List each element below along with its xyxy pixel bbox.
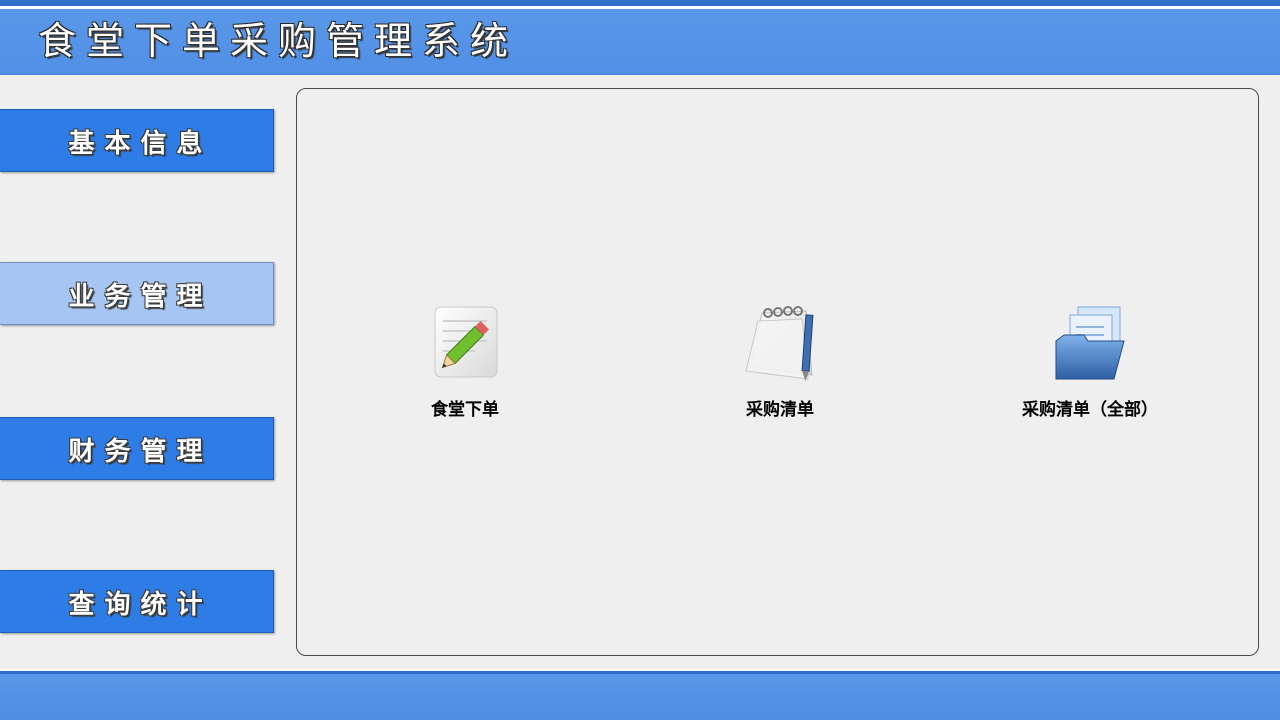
sidebar-item-label: 财务管理 <box>68 437 213 467</box>
sidebar-item-label: 查询统计 <box>68 590 213 620</box>
purchase-list-tile[interactable]: 采购清单 <box>690 301 870 421</box>
tile-label: 采购清单 <box>746 400 814 420</box>
tile-label: 采购清单（全部） <box>1022 400 1158 420</box>
notepad-pen-icon <box>745 306 814 381</box>
pencil-document-icon <box>434 306 498 378</box>
app-header: 食堂下单采购管理系统 <box>0 0 1280 75</box>
app-footer <box>0 669 1280 720</box>
sidebar-item-business-management[interactable]: 业务管理 <box>0 262 274 325</box>
sidebar-item-label: 业务管理 <box>68 282 213 312</box>
sidebar-item-label: 基本信息 <box>68 129 213 159</box>
sidebar-item-finance-management[interactable]: 财务管理 <box>0 417 274 480</box>
purchase-list-all-tile[interactable]: 采购清单（全部） <box>1000 301 1180 421</box>
folder-documents-icon <box>1055 306 1125 380</box>
tile-label: 食堂下单 <box>431 400 499 420</box>
sidebar-item-query-statistics[interactable]: 查询统计 <box>0 570 274 633</box>
content-panel: 食堂下单 采购清单 采购清单（全部） <box>296 88 1259 656</box>
sidebar-item-basic-info[interactable]: 基本信息 <box>0 109 274 172</box>
app-title: 食堂下单采购管理系统 <box>38 19 519 63</box>
canteen-order-tile[interactable]: 食堂下单 <box>375 301 555 421</box>
